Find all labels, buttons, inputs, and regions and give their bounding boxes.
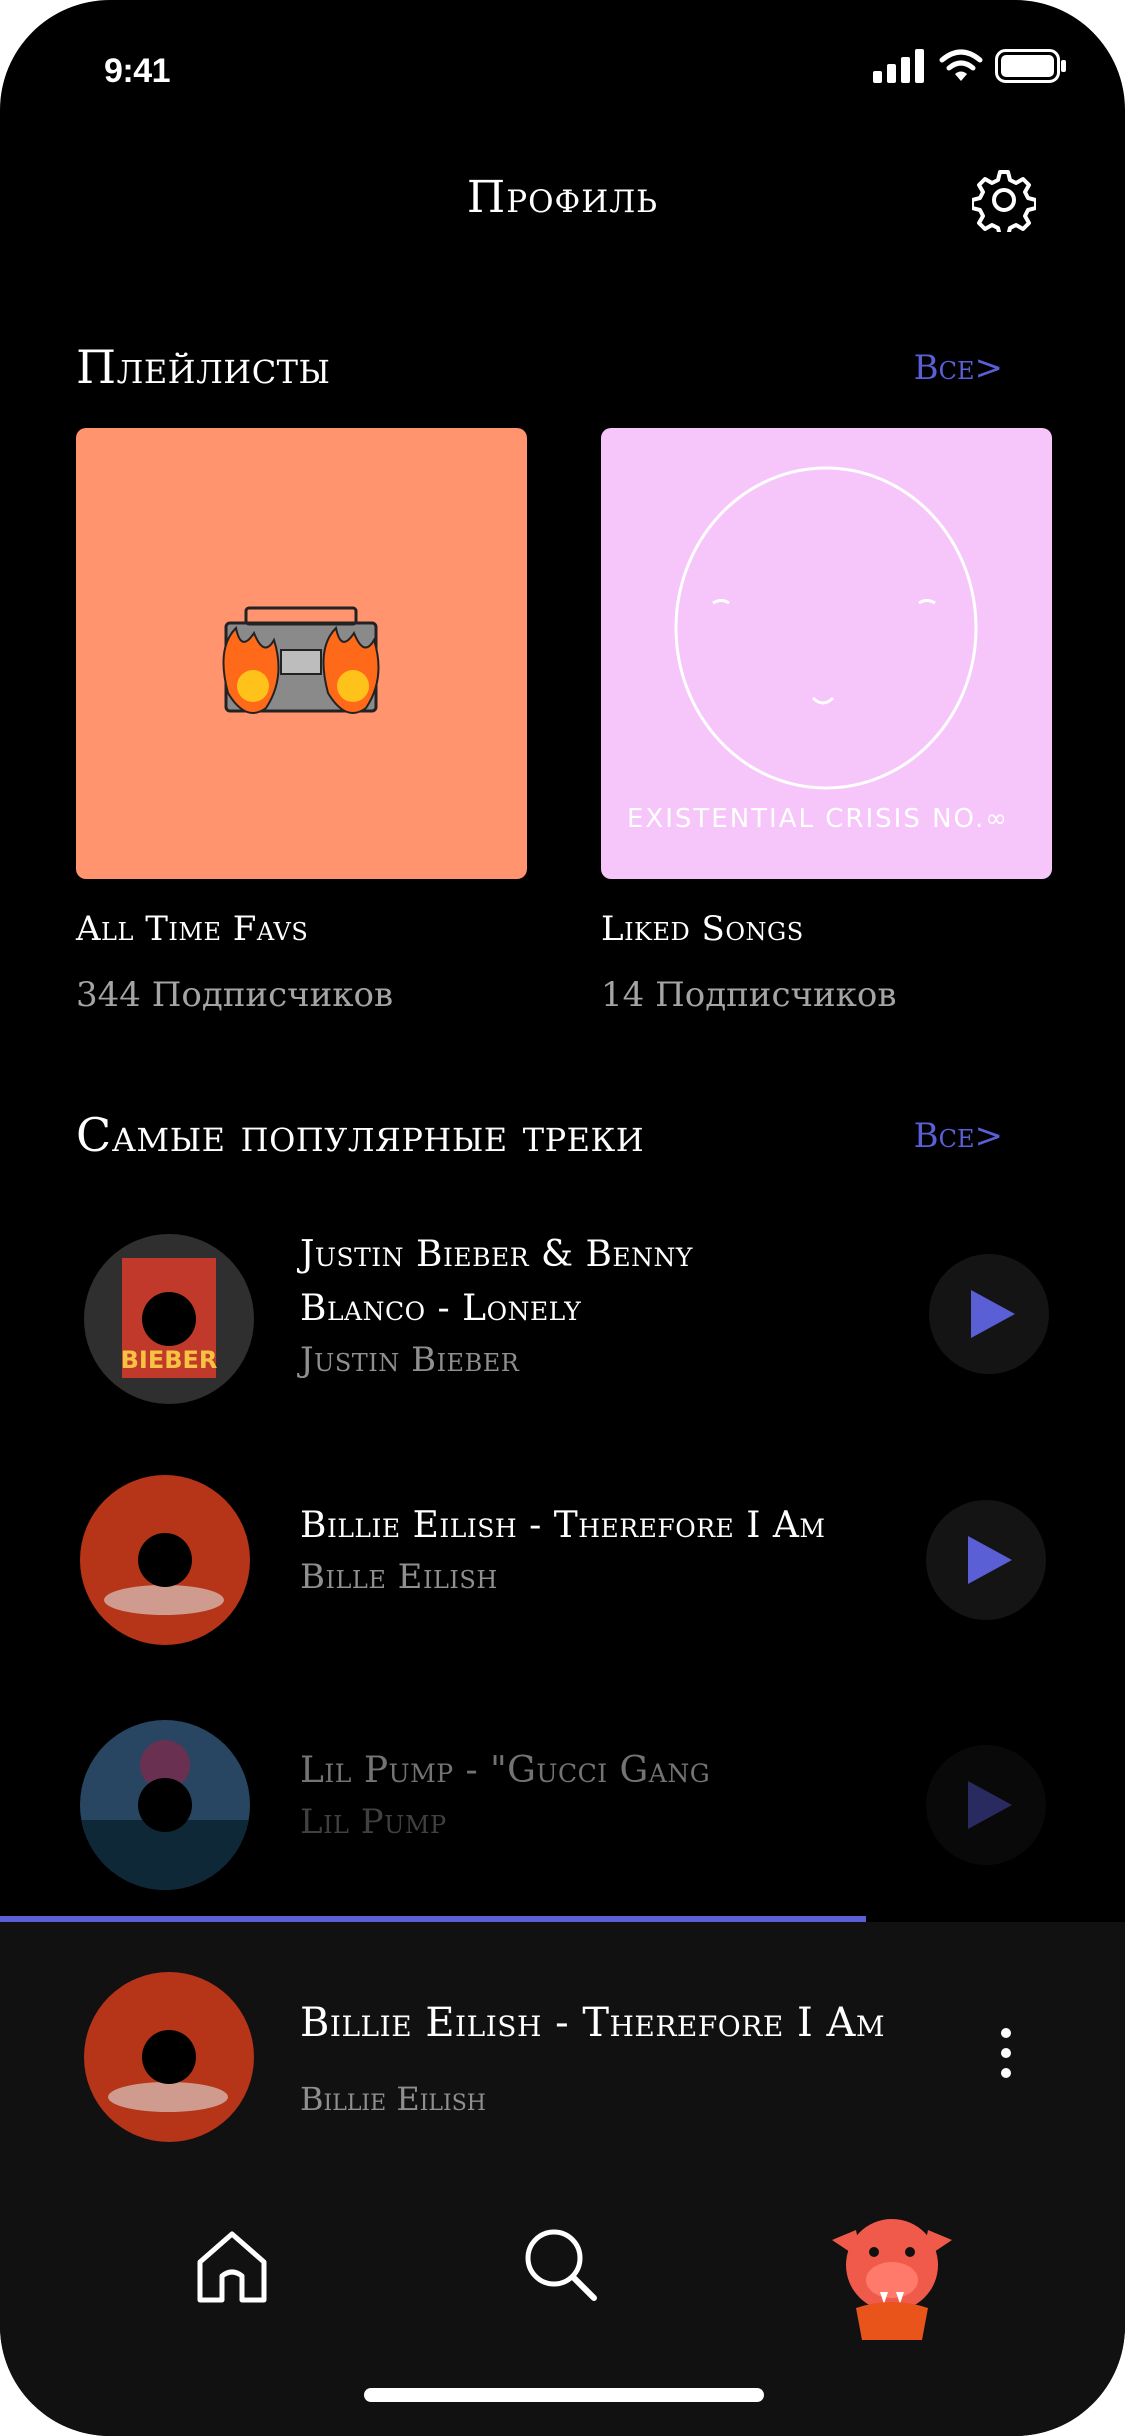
playlists-see-all-link[interactable]: Все>	[914, 348, 1003, 388]
track-info: Billie Eilish - Therefore I Am Bille Eil…	[300, 1499, 860, 1601]
playlist-card[interactable]: EXISTENTIAL CRISIS NO.∞ Liked Songs 14 П…	[601, 428, 1052, 1015]
play-icon	[968, 1781, 1012, 1829]
more-options-button[interactable]	[994, 2028, 1018, 2084]
playback-progress-bar[interactable]	[0, 1916, 866, 1922]
top-tracks-title: Самые популярные треки	[76, 1108, 645, 1162]
play-button[interactable]	[926, 1500, 1046, 1620]
play-icon	[971, 1290, 1015, 1338]
signal-icon	[873, 49, 924, 83]
track-info: Justin Bieber & Benny Blanco - Lonely Ju…	[300, 1228, 860, 1384]
status-icons	[873, 44, 1067, 88]
now-playing-title: Billie Eilish - Therefore I Am	[300, 2000, 886, 2046]
battery-icon	[995, 49, 1066, 83]
now-playing-cover-disc	[84, 1972, 254, 2142]
track-row[interactable]: Lil Pump - "Gucci Gang Lil Pump	[0, 1720, 1125, 1900]
boombox-fire-icon	[222, 606, 380, 714]
more-dot	[1001, 2048, 1011, 2058]
home-indicator	[364, 2388, 764, 2402]
cover-text: EXISTENTIAL CRISIS NO.∞	[627, 804, 1009, 834]
home-icon	[197, 2231, 267, 2303]
phone-screen: 9:41 Профиль Плейлисты Все> All Time Fav…	[0, 0, 1125, 2436]
play-button[interactable]	[929, 1254, 1049, 1374]
album-art-detail	[108, 2082, 228, 2112]
wifi-icon	[939, 49, 983, 81]
more-dot	[1001, 2028, 1011, 2038]
playlist-card[interactable]: All Time Favs 344 Подписчиков	[76, 428, 527, 1015]
playlist-subscribers: 344 Подписчиков	[76, 975, 394, 1015]
page-title: Профиль	[466, 172, 659, 223]
tab-search[interactable]	[522, 2226, 598, 2306]
track-artist: Justin Bieber	[300, 1340, 520, 1380]
tab-profile[interactable]	[822, 2200, 962, 2344]
disc-hole	[138, 1778, 192, 1832]
tracks-see-all-link[interactable]: Все>	[914, 1116, 1003, 1156]
track-artist: Bille Eilish	[300, 1557, 498, 1597]
play-icon	[968, 1536, 1012, 1584]
disc-hole	[138, 1533, 192, 1587]
track-row[interactable]: BIEBER Justin Bieber & Benny Blanco - Lo…	[0, 1228, 1125, 1408]
playlist-subscribers: 14 Подписчиков	[601, 975, 897, 1015]
track-cover-disc: BIEBER	[84, 1234, 254, 1404]
disc-hole	[142, 1292, 196, 1346]
more-dot	[1001, 2068, 1011, 2078]
playlists-title: Плейлисты	[76, 340, 331, 394]
track-artist: Lil Pump	[300, 1802, 447, 1842]
settings-button[interactable]	[970, 168, 1038, 238]
playlist-name: Liked Songs	[601, 909, 804, 949]
playlist-cover: EXISTENTIAL CRISIS NO.∞	[601, 428, 1052, 879]
tab-home[interactable]	[194, 2228, 270, 2308]
status-time: 9:41	[104, 52, 171, 90]
playlist-name: All Time Favs	[76, 909, 309, 949]
now-playing-artist: Billie Eilish	[300, 2080, 486, 2118]
gear-icon	[970, 170, 1038, 238]
album-art-detail	[104, 1585, 224, 1615]
album-art-text: BIEBER	[120, 1346, 218, 1374]
profile-avatar	[832, 2219, 952, 2340]
track-title: Billie Eilish - Therefore I Am	[300, 1505, 826, 1546]
track-info: Lil Pump - "Gucci Gang Lil Pump	[300, 1744, 860, 1846]
track-title: Lil Pump - "Gucci Gang	[300, 1750, 711, 1791]
track-cover-disc	[80, 1475, 250, 1645]
play-button[interactable]	[926, 1745, 1046, 1865]
track-title-line2: Blanco - Lonely	[300, 1288, 582, 1329]
track-title: Justin Bieber & Benny	[300, 1234, 693, 1275]
playlist-cover	[76, 428, 527, 879]
disc-hole	[142, 2030, 196, 2084]
track-cover-disc	[80, 1720, 250, 1890]
track-row[interactable]: Billie Eilish - Therefore I Am Bille Eil…	[0, 1475, 1125, 1655]
search-icon	[525, 2229, 597, 2301]
